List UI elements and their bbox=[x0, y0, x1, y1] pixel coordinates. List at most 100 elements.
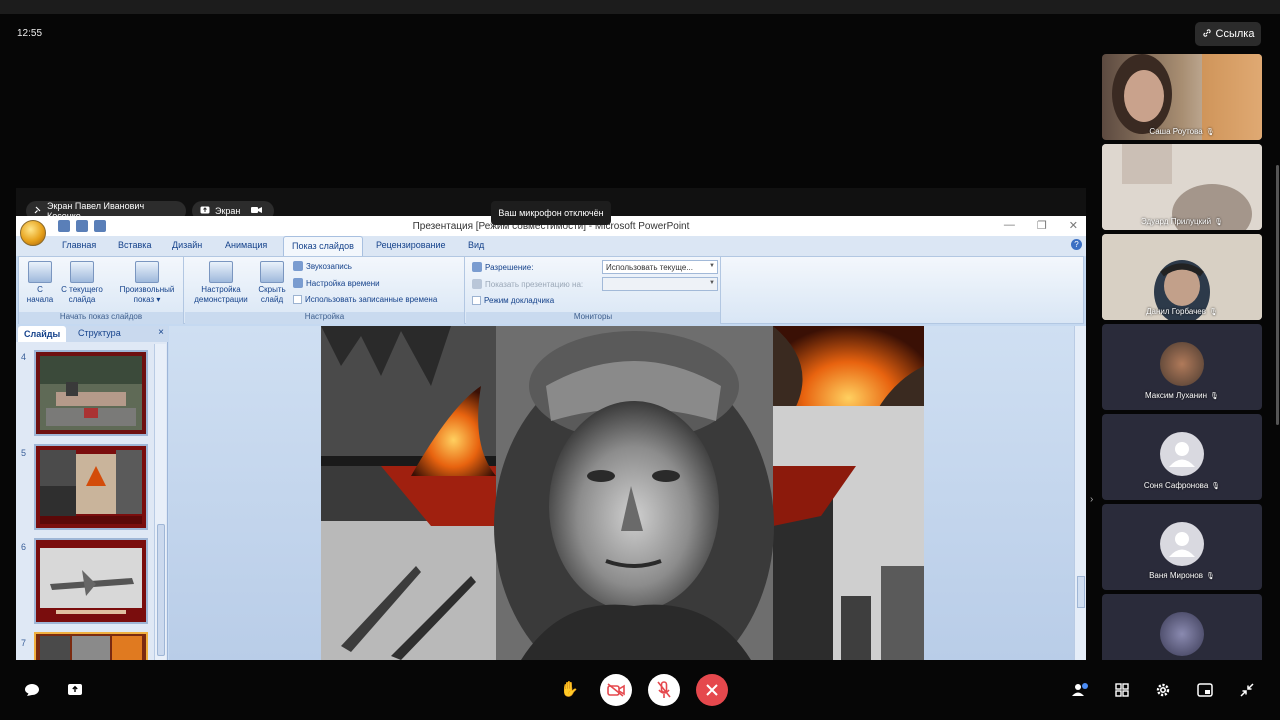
avatar bbox=[1160, 342, 1204, 386]
redo-icon[interactable] bbox=[94, 220, 106, 232]
participant-name: Максим Луханин 🎙 bbox=[1145, 391, 1219, 400]
minimize-icon[interactable]: — bbox=[1004, 219, 1015, 232]
grid-view-icon[interactable] bbox=[1112, 680, 1132, 700]
user-placeholder-icon bbox=[1169, 442, 1195, 467]
pin-icon bbox=[34, 206, 42, 216]
setup-show-icon bbox=[209, 261, 233, 283]
slide-thumbnail[interactable] bbox=[34, 350, 148, 436]
pane-scrollbar[interactable] bbox=[154, 344, 166, 660]
participant-tile[interactable]: Эдуард Прилуцкий 🎙 bbox=[1102, 144, 1262, 230]
undo-icon[interactable] bbox=[76, 220, 88, 232]
slide-scrollbar[interactable] bbox=[1074, 326, 1086, 660]
close-icon[interactable]: × bbox=[158, 327, 164, 338]
presenter-view-label: Режим докладчика bbox=[484, 296, 555, 305]
participant-tile[interactable] bbox=[1102, 594, 1262, 660]
participant-tile[interactable]: Ваня Миронов 🎙 bbox=[1102, 504, 1262, 590]
collapse-icon[interactable] bbox=[1237, 680, 1257, 700]
from-beginning-button[interactable]: С начала bbox=[25, 261, 55, 305]
participant-tile[interactable]: Максим Луханин 🎙 bbox=[1102, 324, 1262, 410]
avatar bbox=[1160, 432, 1204, 476]
user-placeholder-icon bbox=[1169, 532, 1195, 557]
gear-icon[interactable] bbox=[1153, 680, 1173, 700]
tab-review[interactable]: Рецензирование bbox=[376, 240, 446, 250]
end-call-button[interactable] bbox=[696, 674, 728, 706]
custom-show-button[interactable]: Произвольный показ ▾ bbox=[113, 261, 181, 305]
slideshow-current-icon bbox=[70, 261, 94, 283]
participant-tile[interactable]: Соня Сафронова 🎙 bbox=[1102, 414, 1262, 500]
slide-scrollbar-thumb[interactable] bbox=[1077, 576, 1085, 608]
tab-outline[interactable]: Структура bbox=[78, 328, 121, 338]
show-on-label: Показать презентацию на: bbox=[472, 279, 583, 289]
participants-icon[interactable] bbox=[1070, 680, 1090, 700]
slide-thumbnail-selected[interactable] bbox=[34, 632, 148, 660]
record-narration-button[interactable]: Звукозапись bbox=[293, 261, 352, 271]
show-on-select[interactable]: ▼ bbox=[602, 277, 718, 291]
top-strip bbox=[0, 0, 1280, 14]
participant-tile[interactable]: Саша Роутова 🎙 bbox=[1102, 54, 1262, 140]
record-narration-label: Звукозапись bbox=[306, 261, 352, 271]
camera-toggle-button[interactable] bbox=[600, 674, 632, 706]
setup-show-button[interactable]: Настройка демонстрации bbox=[191, 261, 251, 305]
video-call-app: 12:55 Ссылка Экран Павел Иванович Косенк… bbox=[0, 0, 1280, 720]
from-current-label-1: С текущего bbox=[61, 285, 103, 294]
presenter-view-checkbox[interactable]: Режим докладчика bbox=[472, 296, 554, 305]
raise-hand-icon[interactable]: ✋ bbox=[560, 680, 579, 698]
tab-insert[interactable]: Вставка bbox=[118, 240, 151, 250]
from-beginning-label-1: С bbox=[37, 285, 43, 294]
resolution-label: Разрешение: bbox=[472, 262, 533, 272]
from-current-button[interactable]: С текущего слайда bbox=[57, 261, 107, 305]
picture-in-picture-icon[interactable] bbox=[1195, 680, 1215, 700]
pane-scrollbar-thumb[interactable] bbox=[157, 524, 165, 656]
microphone-icon bbox=[293, 261, 303, 271]
participant-tile[interactable]: Данил Горбачев 🎙 bbox=[1102, 234, 1262, 320]
tab-animation[interactable]: Анимация bbox=[225, 240, 267, 250]
rehearse-timings-label: Настройка времени bbox=[306, 278, 380, 288]
rehearse-timings-button[interactable]: Настройка времени bbox=[293, 278, 380, 288]
current-slide bbox=[321, 326, 924, 660]
chevron-down-icon: ▼ bbox=[709, 263, 715, 269]
microphone-off-icon: 🎙 bbox=[1206, 573, 1215, 580]
save-icon[interactable] bbox=[58, 220, 70, 232]
resolution-label-text: Разрешение: bbox=[485, 262, 534, 272]
participants-scrollbar[interactable] bbox=[1276, 165, 1279, 425]
tab-slideshow[interactable]: Показ слайдов bbox=[283, 236, 363, 256]
restore-icon[interactable]: ❐ bbox=[1037, 219, 1047, 232]
chevron-right-icon[interactable]: › bbox=[1090, 494, 1093, 505]
custom-show-label-1: Произвольный bbox=[119, 285, 175, 294]
use-timings-checkbox[interactable]: Использовать записанные времена bbox=[293, 295, 437, 304]
resolution-select[interactable]: Использовать текуще... ▼ bbox=[602, 260, 718, 274]
screen-chip-label: Экран bbox=[215, 206, 241, 216]
microphone-off-icon: 🎙 bbox=[1209, 309, 1218, 316]
avatar bbox=[1160, 522, 1204, 566]
share-screen-icon[interactable] bbox=[65, 680, 85, 700]
timer-icon bbox=[293, 278, 303, 288]
group-setup-label: Настройка bbox=[185, 312, 464, 324]
slide-thumbnail[interactable] bbox=[34, 538, 148, 624]
copy-link-button[interactable]: Ссылка bbox=[1195, 22, 1261, 46]
chat-icon[interactable] bbox=[22, 680, 42, 700]
microphone-off-icon: 🎙 bbox=[1210, 393, 1219, 400]
slide-number: 7 bbox=[21, 638, 27, 648]
custom-show-label-2: показ ▾ bbox=[133, 295, 161, 304]
tab-view[interactable]: Вид bbox=[468, 240, 484, 250]
tab-home[interactable]: Главная bbox=[62, 240, 96, 250]
group-setup: Настройка демонстрации Скрыть слайд Звук… bbox=[185, 257, 465, 324]
tab-slides[interactable]: Слайды bbox=[18, 326, 67, 342]
quick-access-toolbar bbox=[52, 220, 106, 232]
checkbox-icon bbox=[472, 296, 481, 305]
camera-icon bbox=[251, 206, 263, 216]
microphone-off-icon bbox=[657, 681, 671, 698]
help-icon[interactable]: ? bbox=[1071, 239, 1082, 250]
ribbon-tabs: Главная Вставка Дизайн Анимация Показ сл… bbox=[16, 236, 1086, 256]
chevron-down-icon: ▼ bbox=[709, 280, 715, 286]
office-button[interactable] bbox=[20, 220, 46, 246]
resolution-value: Использовать текуще... bbox=[606, 263, 693, 272]
show-on-label-text: Показать презентацию на: bbox=[485, 279, 584, 289]
slide-number: 5 bbox=[21, 448, 27, 458]
hide-slide-button[interactable]: Скрыть слайд bbox=[255, 261, 289, 305]
slide-thumbnail[interactable] bbox=[34, 444, 148, 530]
tab-design[interactable]: Дизайн bbox=[172, 240, 202, 250]
powerpoint-window: Презентация [Режим совместимости] - Micr… bbox=[16, 216, 1086, 660]
microphone-toggle-button[interactable] bbox=[648, 674, 680, 706]
close-icon[interactable]: ✕ bbox=[1069, 219, 1078, 232]
